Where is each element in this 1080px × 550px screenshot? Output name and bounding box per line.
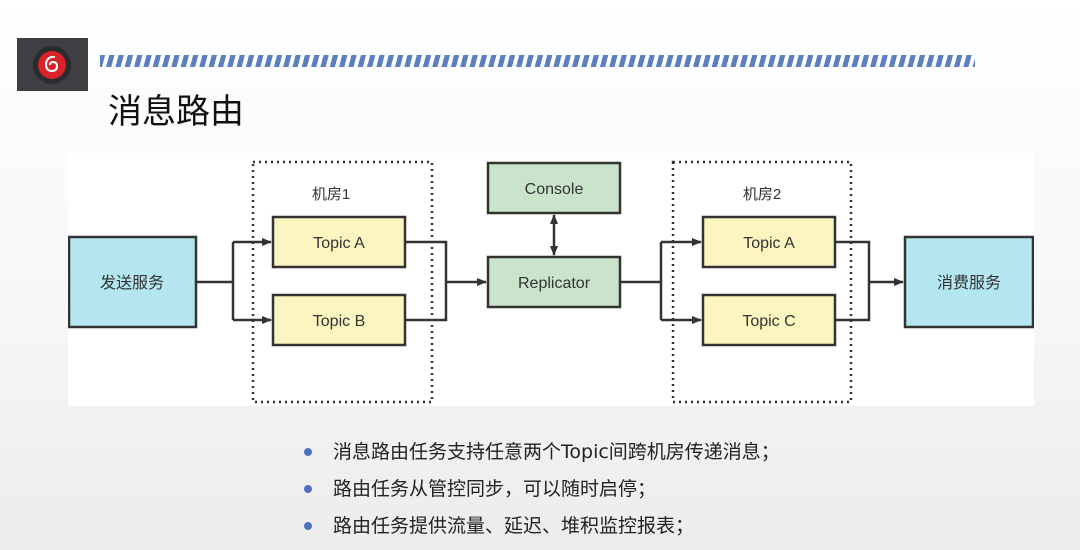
- bullet-dot-icon: [304, 485, 312, 493]
- bullet-list: 消息路由任务支持任意两个Topic间跨机房传递消息； 路由任务从管控同步，可以随…: [300, 438, 780, 549]
- bullet-item: 消息路由任务支持任意两个Topic间跨机房传递消息；: [300, 438, 780, 475]
- logo: [17, 38, 88, 91]
- bullet-text: 路由任务从管控同步，可以随时启停；: [333, 478, 657, 500]
- room2-label: 机房2: [743, 186, 781, 203]
- netease-cloud-music-logo-icon: [33, 46, 71, 84]
- connector: [405, 240, 448, 322]
- connector: [620, 242, 663, 320]
- diagram-panel: 机房1 机房2 发送服务 Topic A Topic B Console Rep…: [67, 153, 1035, 406]
- sender-label: 发送服务: [100, 274, 164, 292]
- topic-b-label: Topic B: [313, 313, 365, 330]
- topic-a2-label: Topic A: [743, 235, 795, 252]
- console-label: Console: [525, 181, 584, 198]
- bullet-item: 路由任务提供流量、延迟、堆积监控报表；: [300, 512, 780, 549]
- room1-label: 机房1: [312, 186, 350, 203]
- topic-c-label: Topic C: [742, 313, 795, 330]
- routing-diagram: 机房1 机房2 发送服务 Topic A Topic B Console Rep…: [67, 160, 1035, 404]
- bullet-text: 消息路由任务支持任意两个Topic间跨机房传递消息；: [333, 441, 780, 463]
- consumer-label: 消费服务: [937, 274, 1001, 292]
- bullet-dot-icon: [304, 448, 312, 456]
- bullet-text: 路由任务提供流量、延迟、堆积监控报表；: [333, 515, 695, 537]
- bullet-item: 路由任务从管控同步，可以随时启停；: [300, 475, 780, 512]
- replicator-label: Replicator: [518, 275, 591, 292]
- header-stripe: [100, 55, 975, 67]
- topic-a-label: Topic A: [313, 235, 365, 252]
- connector: [196, 242, 235, 320]
- bullet-dot-icon: [304, 522, 312, 530]
- page-title: 消息路由: [108, 92, 244, 132]
